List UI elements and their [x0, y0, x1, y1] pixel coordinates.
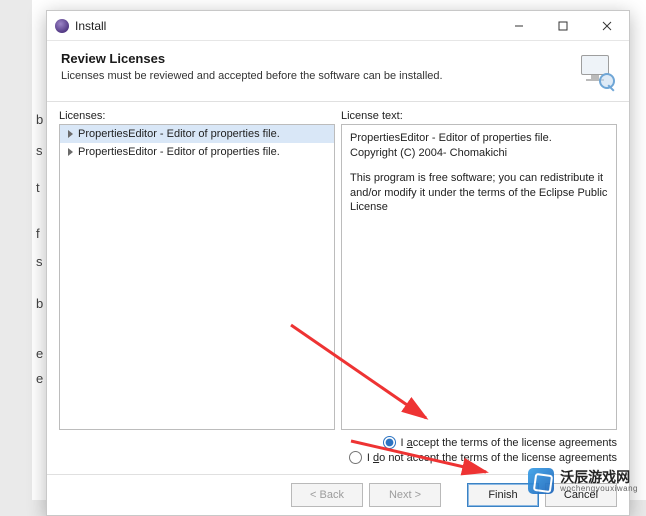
tree-item-label: PropertiesEditor - Editor of properties … [78, 146, 280, 158]
eclipse-icon [55, 19, 69, 33]
licenses-label: Licenses: [59, 110, 335, 122]
license-line: Copyright (C) 2004- Chomakichi [350, 146, 608, 161]
tree-item[interactable]: PropertiesEditor - Editor of properties … [60, 143, 334, 161]
watermark-brand: 沃辰游戏网 [560, 470, 638, 484]
next-button: Next > [369, 483, 441, 507]
watermark-sub: wochengyouxiwang [560, 484, 638, 493]
back-button[interactable]: < Back [291, 483, 363, 507]
accept-radio-input[interactable] [383, 436, 396, 449]
tree-item-label: PropertiesEditor - Editor of properties … [78, 128, 280, 140]
page-title: Review Licenses [61, 51, 443, 66]
titlebar[interactable]: Install [47, 11, 629, 41]
close-button[interactable] [585, 11, 629, 41]
minimize-button[interactable] [497, 11, 541, 41]
accept-radio[interactable]: I accept the terms of the license agreem… [383, 436, 617, 449]
maximize-button[interactable] [541, 11, 585, 41]
license-text-label: License text: [341, 110, 617, 122]
watermark-logo-icon [528, 468, 554, 494]
chevron-right-icon [66, 130, 74, 138]
licenses-tree[interactable]: PropertiesEditor - Editor of properties … [59, 124, 335, 430]
window-title: Install [75, 19, 106, 33]
install-dialog: Install Review Licenses Licenses must be… [46, 10, 630, 516]
wizard-header: Review Licenses Licenses must be reviewe… [47, 41, 629, 102]
chevron-right-icon [66, 148, 74, 156]
decline-radio-input[interactable] [349, 451, 362, 464]
license-line: PropertiesEditor - Editor of properties … [350, 131, 608, 146]
license-paragraph: This program is free software; you can r… [350, 171, 608, 216]
page-subtitle: Licenses must be reviewed and accepted b… [61, 70, 443, 82]
tree-item[interactable]: PropertiesEditor - Editor of properties … [60, 125, 334, 143]
install-wizard-icon [575, 53, 615, 89]
watermark: 沃辰游戏网 wochengyouxiwang [528, 468, 638, 494]
license-text-pane[interactable]: PropertiesEditor - Editor of properties … [341, 124, 617, 430]
decline-radio[interactable]: I do not accept the terms of the license… [349, 451, 617, 464]
